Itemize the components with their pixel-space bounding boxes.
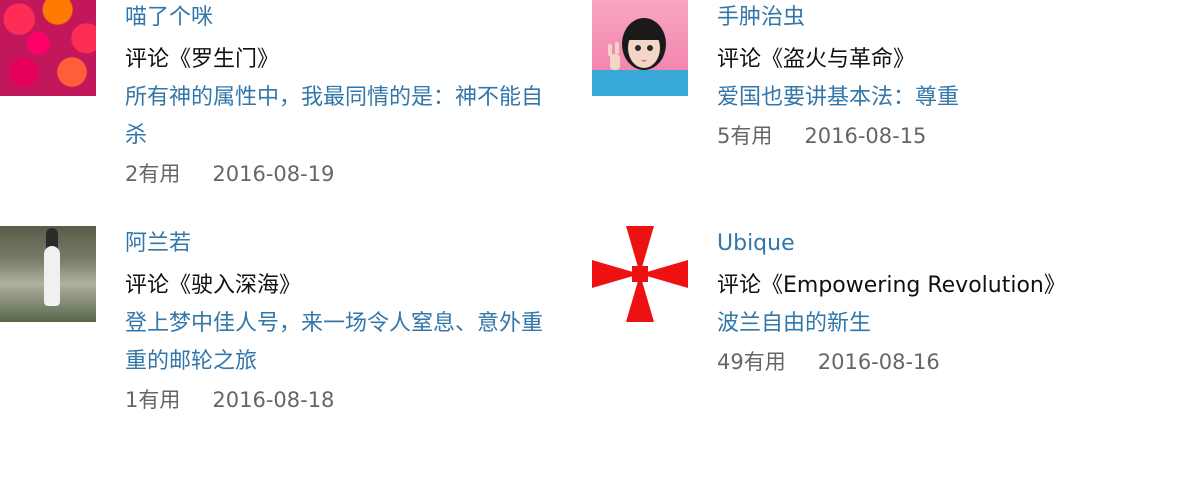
review-item: 阿兰若 评论《驶入深海》 登上梦中佳人号，来一场令人窒息、意外重重的邮轮之旅 1… bbox=[0, 226, 543, 436]
review-item: 手肿治虫 评论《盗火与革命》 爱国也要讲基本法：尊重 5有用 2016-08-15 bbox=[592, 0, 1072, 210]
username-link[interactable]: 手肿治虫 bbox=[717, 3, 1137, 33]
review-meta: 5有用 2016-08-15 bbox=[717, 121, 1137, 151]
review-date: 2016-08-15 bbox=[804, 124, 927, 148]
review-content: 阿兰若 评论《驶入深海》 登上梦中佳人号，来一场令人窒息、意外重重的邮轮之旅 1… bbox=[125, 226, 545, 415]
review-date: 2016-08-16 bbox=[817, 350, 940, 374]
review-content: 喵了个咪 评论《罗生门》 所有神的属性中，我最同情的是：神不能自杀 2有用 201… bbox=[125, 0, 545, 189]
review-summary-link[interactable]: 爱国也要讲基本法：尊重 bbox=[717, 79, 1137, 117]
review-meta: 2有用 2016-08-19 bbox=[125, 159, 545, 189]
review-summary-link[interactable]: 所有神的属性中，我最同情的是：神不能自杀 bbox=[125, 79, 545, 155]
useful-count: 2有用 bbox=[125, 162, 181, 186]
avatar[interactable] bbox=[592, 226, 688, 322]
review-content: Ubique 评论《Empowering Revolution》 波兰自由的新生… bbox=[717, 226, 1137, 377]
username-link[interactable]: Ubique bbox=[717, 229, 1137, 259]
username-link[interactable]: 阿兰若 bbox=[125, 229, 545, 259]
review-subject: 评论《驶入深海》 bbox=[125, 273, 302, 298]
useful-count: 1有用 bbox=[125, 388, 181, 412]
review-summary-link[interactable]: 波兰自由的新生 bbox=[717, 305, 1137, 343]
review-meta: 1有用 2016-08-18 bbox=[125, 385, 545, 415]
useful-count: 49有用 bbox=[717, 350, 786, 374]
review-date: 2016-08-18 bbox=[212, 388, 335, 412]
review-item: 喵了个咪 评论《罗生门》 所有神的属性中，我最同情的是：神不能自杀 2有用 201… bbox=[0, 0, 543, 210]
avatar[interactable] bbox=[0, 226, 96, 322]
review-subject: 评论《Empowering Revolution》 bbox=[717, 273, 1066, 298]
review-date: 2016-08-19 bbox=[212, 162, 335, 186]
review-subject: 评论《盗火与革命》 bbox=[717, 47, 916, 72]
username-link[interactable]: 喵了个咪 bbox=[125, 3, 545, 33]
avatar[interactable] bbox=[0, 0, 96, 96]
review-grid: 喵了个咪 评论《罗生门》 所有神的属性中，我最同情的是：神不能自杀 2有用 201… bbox=[0, 0, 1180, 492]
review-subject: 评论《罗生门》 bbox=[125, 47, 280, 72]
avatar[interactable] bbox=[592, 0, 688, 96]
review-summary-link[interactable]: 登上梦中佳人号，来一场令人窒息、意外重重的邮轮之旅 bbox=[125, 305, 545, 381]
person-photo-icon bbox=[44, 246, 60, 306]
review-meta: 49有用 2016-08-16 bbox=[717, 347, 1137, 377]
red-cross-icon bbox=[592, 226, 688, 322]
review-content: 手肿治虫 评论《盗火与革命》 爱国也要讲基本法：尊重 5有用 2016-08-15 bbox=[717, 0, 1137, 151]
girl-avatar-icon bbox=[592, 18, 688, 96]
useful-count: 5有用 bbox=[717, 124, 773, 148]
review-item: Ubique 评论《Empowering Revolution》 波兰自由的新生… bbox=[592, 226, 1072, 436]
